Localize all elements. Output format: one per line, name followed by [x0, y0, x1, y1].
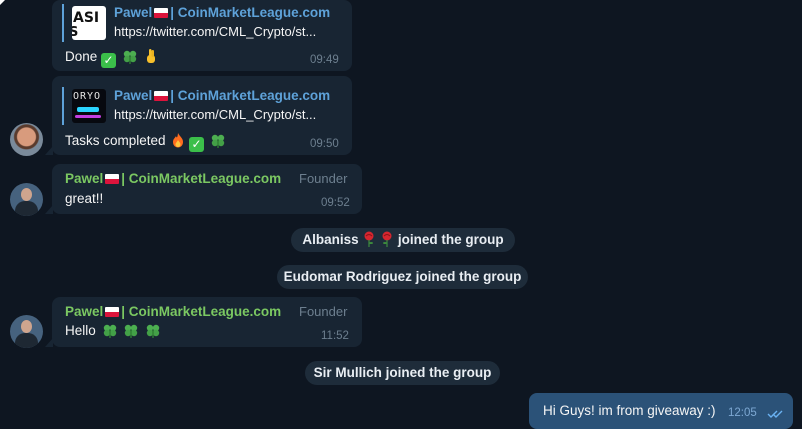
thumbnail-text: ORYO [73, 91, 102, 102]
message-text: Tasks completed ✓ [65, 132, 226, 152]
poland-flag-icon [105, 174, 120, 184]
poland-flag-icon [154, 8, 169, 18]
thumbnail-text: ASI [73, 10, 100, 26]
crossed-fingers-emoji-icon [144, 48, 158, 67]
reply-sender-name: Pawel | CoinMarketLeague.com [114, 88, 331, 103]
reply-preview[interactable]: ASI S KIN Pawel| CoinMarketLeague.com ht… [62, 4, 330, 42]
service-message-join: Albaniss joined the group [291, 228, 515, 252]
window-corner-mark [0, 0, 5, 5]
check-mark-emoji-icon: ✓ [101, 53, 117, 68]
sender-name[interactable]: Pawel | CoinMarketLeague.com [65, 304, 281, 319]
message-bubble-hello[interactable]: Pawel | CoinMarketLeague.com Founder Hell… [45, 297, 362, 347]
clover-emoji-icon [122, 48, 138, 67]
thumbnail-text: S KIN [72, 25, 79, 40]
reply-preview[interactable]: ORYO Pawel | CoinMarketLeague.com https:/… [62, 87, 330, 125]
admin-title: Founder [299, 304, 348, 319]
reply-link-text: https://twitter.com/CML_Crypto/st... [114, 107, 317, 122]
rose-emoji-icon [362, 231, 380, 247]
message-text: Hi Guys! im from giveaway :) [543, 403, 716, 418]
outgoing-message-bubble[interactable]: Hi Guys! im from giveaway :) 12:05 [529, 393, 793, 429]
message-time: 12:05 [728, 407, 757, 419]
message-bubble-tasks[interactable]: ORYO Pawel | CoinMarketLeague.com https:/… [45, 76, 352, 155]
clover-emoji-icon [123, 322, 139, 341]
link-thumbnail: ASI S KIN [72, 6, 106, 40]
message-time: 11:52 [321, 330, 349, 342]
message-text: great!! [65, 191, 104, 206]
message-time: 09:50 [310, 138, 339, 150]
clover-emoji-icon [102, 322, 118, 341]
founder-avatar[interactable] [10, 315, 43, 348]
poland-flag-icon [105, 307, 120, 317]
reply-link-text: https://twitter.com/CML_Crypto/st... [114, 24, 317, 39]
service-message-join: Eudomar Rodriguez joined the group [277, 265, 528, 289]
founder-avatar[interactable] [10, 183, 43, 216]
fire-emoji-icon [171, 132, 185, 151]
double-check-icon [767, 410, 783, 418]
clover-emoji-icon [145, 322, 161, 341]
reply-sender-name: Pawel | CoinMarketLeague.com [114, 5, 331, 20]
rose-emoji-icon [380, 231, 398, 247]
sender-name[interactable]: Pawel | CoinMarketLeague.com [65, 171, 281, 186]
message-time: 09:52 [321, 197, 350, 209]
message-text: Hello [65, 322, 161, 341]
service-message-join: Sir Mullich joined the group [305, 361, 500, 385]
poland-flag-icon [154, 91, 169, 101]
message-time: 09:49 [310, 54, 339, 66]
message-bubble-done[interactable]: ASI S KIN Pawel| CoinMarketLeague.com ht… [52, 0, 352, 71]
message-bubble-great[interactable]: Pawel | CoinMarketLeague.com Founder grea… [45, 164, 362, 214]
check-mark-emoji-icon: ✓ [189, 137, 205, 152]
admin-title: Founder [299, 171, 348, 186]
message-text: Done ✓ [65, 48, 158, 68]
link-thumbnail: ORYO [72, 89, 106, 123]
clover-emoji-icon [210, 132, 226, 151]
user-avatar[interactable] [10, 123, 43, 156]
